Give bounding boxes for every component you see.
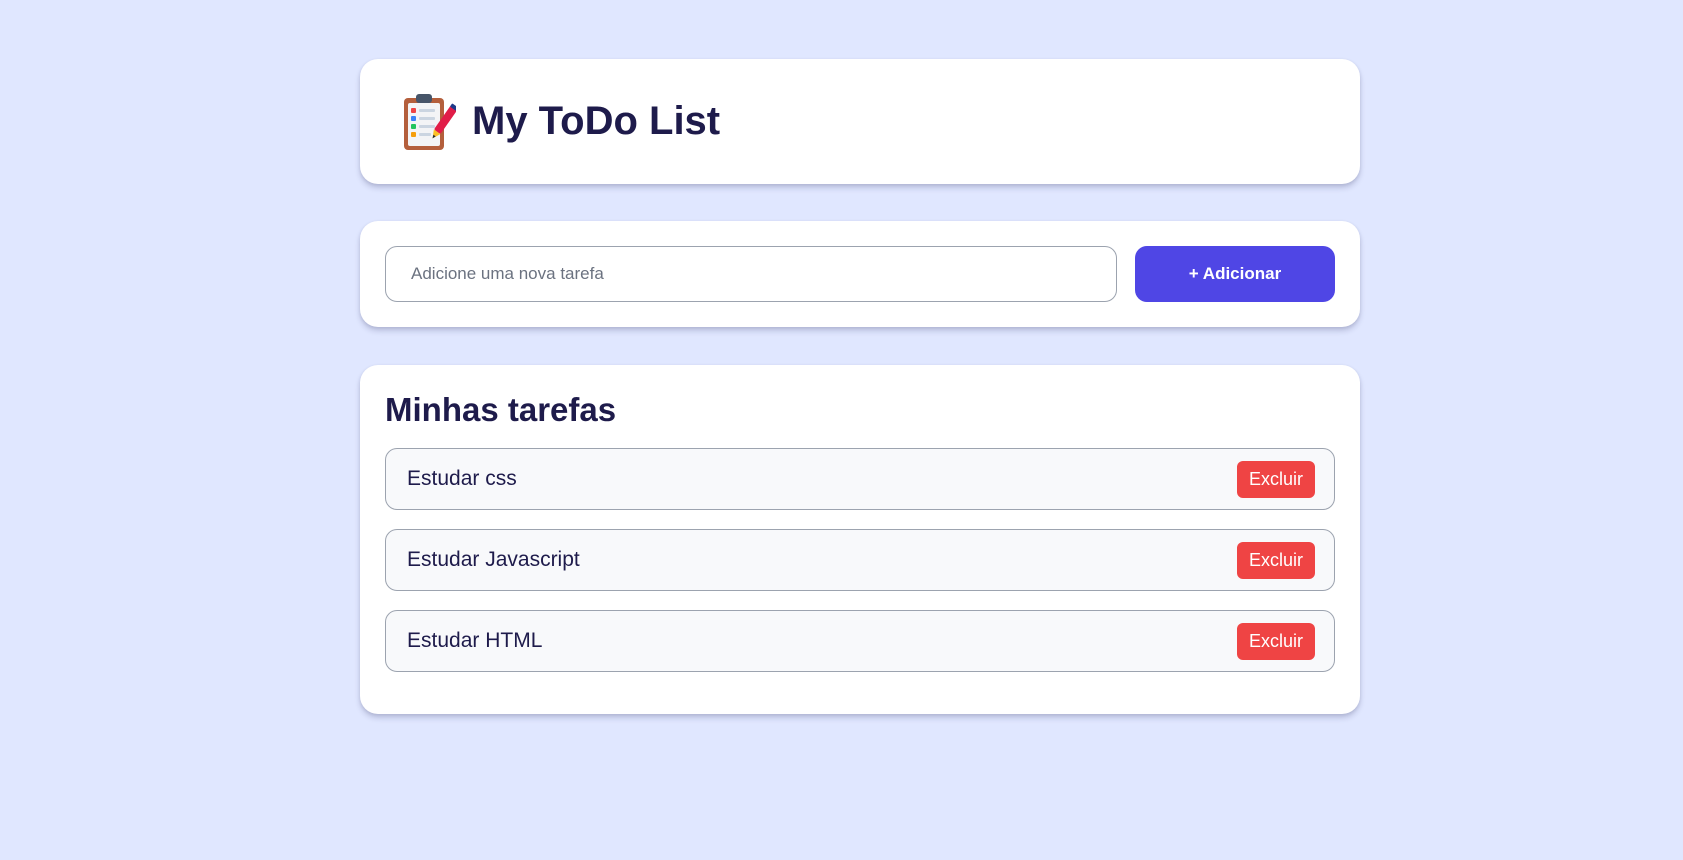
clipboard-checklist-icon — [400, 92, 456, 152]
delete-task-button[interactable]: Excluir — [1236, 460, 1315, 498]
delete-task-button[interactable]: Excluir — [1236, 622, 1315, 660]
task-text: Estudar HTML — [407, 629, 543, 652]
task-item: Estudar HTML Excluir — [385, 610, 1335, 672]
header-card: My ToDo List — [360, 59, 1360, 184]
task-text: Estudar Javascript — [407, 548, 580, 571]
task-item: Estudar Javascript Excluir — [385, 529, 1335, 591]
add-task-button[interactable]: + Adicionar — [1135, 246, 1335, 302]
task-list: Estudar css Excluir Estudar Javascript E… — [385, 448, 1335, 672]
task-list-title: Minhas tarefas — [385, 391, 617, 428]
add-task-form: + Adicionar — [360, 221, 1360, 327]
new-task-input[interactable] — [385, 246, 1117, 302]
task-list-card: Minhas tarefas Estudar css Excluir Estud… — [360, 365, 1360, 714]
task-item: Estudar css Excluir — [385, 448, 1335, 510]
task-text: Estudar css — [407, 467, 517, 490]
app-container: My ToDo List + Adicionar Minhas tarefas … — [360, 59, 1360, 714]
page-title: My ToDo List — [472, 99, 721, 143]
delete-task-button[interactable]: Excluir — [1236, 541, 1315, 579]
